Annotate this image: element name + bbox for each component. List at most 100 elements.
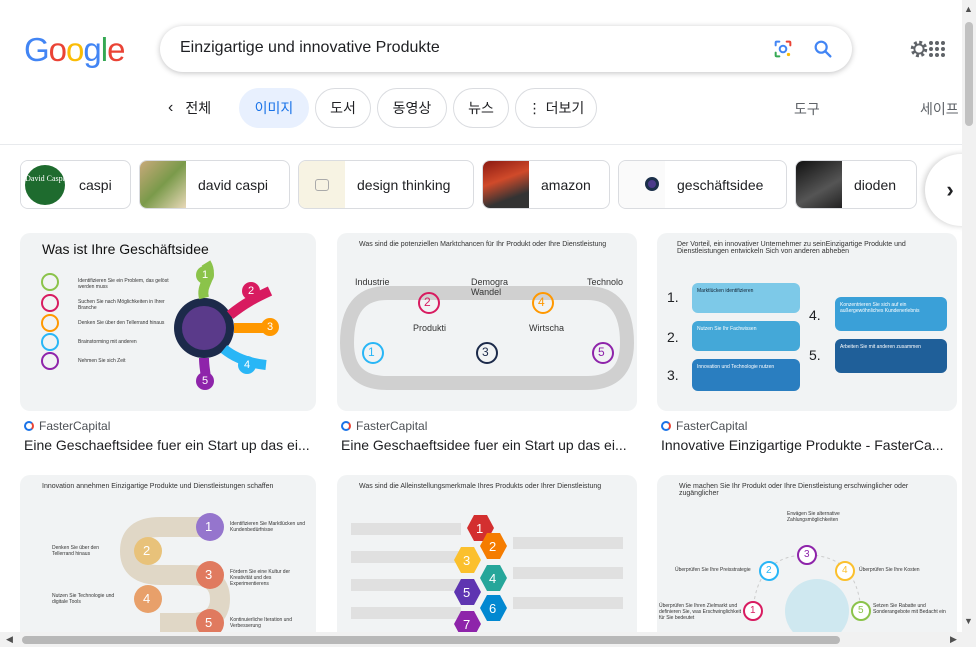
diagram-item: Arbeiten Sie mit anderen zusammen <box>840 344 921 350</box>
google-lens-icon[interactable] <box>772 38 794 60</box>
diagram-number: 5 <box>598 345 605 359</box>
diagram-number: 4 <box>538 295 545 309</box>
diagram-item: Nutzen Sie Ihr Fachwissen <box>697 326 757 332</box>
diagram-number: 3 <box>463 553 471 568</box>
chip-caspi[interactable]: David Caspi caspi <box>20 160 131 209</box>
result-source[interactable]: FasterCapital <box>24 419 110 433</box>
chip-geschaeftsidee[interactable]: geschäftsidee <box>618 160 787 209</box>
diagram-number: 2 <box>242 282 260 300</box>
diagram-item: Überprüfen Sie Ihre Preisstrategie <box>675 567 751 573</box>
diagram-number: 4 <box>489 571 497 586</box>
diagram-number: 2 <box>489 539 497 554</box>
safesearch-button[interactable]: 세이프 <box>920 99 959 119</box>
scroll-down-arrow-icon[interactable]: ▼ <box>964 616 973 626</box>
chip-thumbnail <box>299 161 345 208</box>
tab-images[interactable]: 이미지 <box>239 88 309 128</box>
diagram-number: 3 <box>261 318 279 336</box>
diagram-item: Demogra Wandel <box>471 277 509 297</box>
diagram-item: Erwägen Sie alternative Zahlungsmöglichk… <box>787 511 840 523</box>
diagram-number: 4 <box>238 356 256 374</box>
chip-thumbnail: David Caspi <box>21 161 67 208</box>
chip-david-caspi[interactable]: david caspi <box>139 160 290 209</box>
diagram-box: Nutzen Sie Ihr Fachwissen <box>692 321 800 351</box>
result-caption[interactable]: Eine Geschaeftsidee fuer ein Start up da… <box>341 437 633 453</box>
diagram-item: Identifizieren Sie Marktlücken und Kunde… <box>230 521 306 533</box>
diagram-box: Marktlücken identifizieren <box>692 283 800 313</box>
result-caption[interactable]: Innovative Einzigartige Produkte - Faste… <box>661 437 953 453</box>
tab-label: 더보기 <box>545 100 585 116</box>
diagram-item: Nutzen Sie Technologie und digitale Tool… <box>52 593 115 605</box>
source-name: FasterCapital <box>39 419 111 433</box>
search-icon[interactable] <box>812 38 834 60</box>
diagram-number: 2. <box>667 329 679 345</box>
result-image[interactable]: Der Vorteil, ein innovativer Unternehmer… <box>657 233 957 411</box>
tab-label: 이미지 <box>254 100 294 116</box>
result-caption[interactable]: Eine Geschaeftsidee fuer ein Start up da… <box>24 437 316 453</box>
diagram-item: Überprüfen Sie Ihren Zielmarkt und defin… <box>659 603 741 621</box>
tab-books[interactable]: 도서 <box>315 88 371 128</box>
diagram-number: 1 <box>750 605 756 616</box>
chip-amazon[interactable]: amazon <box>482 160 610 209</box>
search-input[interactable]: Einzigartige und innovative Produkte <box>180 39 440 57</box>
chip-design-thinking[interactable]: design thinking <box>298 160 474 209</box>
thumb-shape <box>315 179 329 191</box>
diagram-item: Fördern Sie eine Kultur der Kreativität … <box>230 569 291 587</box>
scroll-up-arrow-icon[interactable]: ▲ <box>964 4 973 14</box>
chevron-left-icon: ‹ <box>168 99 174 116</box>
chip-label: design thinking <box>357 177 451 193</box>
diagram-item: Setzen Sie Rabatte und Sonderangebote mi… <box>873 603 946 615</box>
image-title-text: Der Vorteil, ein innovativer Unternehmer… <box>677 241 906 255</box>
diagram-item: Technolo <box>587 277 624 287</box>
gear-icon[interactable] <box>908 38 930 60</box>
tools-button[interactable]: 도구 <box>794 99 820 119</box>
diagram-number: 1 <box>196 266 214 284</box>
diagram-item: Industrie <box>355 277 390 287</box>
chip-thumbnail <box>619 161 665 208</box>
diagram-number: 5. <box>809 347 821 363</box>
scroll-right-arrow-icon[interactable]: ▶ <box>950 634 957 645</box>
diagram-number: 1 <box>368 345 375 359</box>
diagram-number: 2 <box>766 565 772 576</box>
horizontal-scrollbar-thumb[interactable] <box>22 636 840 644</box>
tab-label: 전체 <box>185 100 212 116</box>
vertical-scrollbar-thumb[interactable] <box>965 22 973 126</box>
logo-letter: G <box>24 31 50 68</box>
chip-label: geschäftsidee <box>677 177 764 193</box>
diagram-item: Denken Sie über den Tellerrand hinaus <box>78 320 165 326</box>
diagram-number: 3. <box>667 367 679 383</box>
diagram-number: 5 <box>858 605 864 616</box>
chip-label: david caspi <box>198 177 269 193</box>
result-image[interactable]: Innovation annehmen Einzigartige Produkt… <box>20 475 316 632</box>
chip-thumbnail <box>796 161 842 208</box>
logo-letter: o <box>66 31 84 68</box>
result-source[interactable]: FasterCapital <box>661 419 747 433</box>
diagram-number: 4 <box>842 565 848 576</box>
diagram-number: 4. <box>809 307 821 323</box>
result-image[interactable]: Wie machen Sie Ihr Produkt oder Ihre Die… <box>657 475 957 632</box>
source-name: FasterCapital <box>676 419 748 433</box>
diagram-number: 3 <box>482 345 489 359</box>
search-box[interactable]: Einzigartige und innovative Produkte <box>160 26 852 72</box>
diagram-number: 4 <box>143 591 151 606</box>
logo-letter: e <box>107 31 125 68</box>
tab-videos[interactable]: 동영상 <box>377 88 447 128</box>
apps-grid-icon[interactable] <box>928 40 946 58</box>
tab-label: 동영상 <box>392 100 432 116</box>
diagram-item: Konzentrieren Sie sich auf ein außergewö… <box>840 302 920 314</box>
tab-more[interactable]: ⋮ 더보기 <box>515 88 597 128</box>
google-logo[interactable]: Google <box>24 31 125 69</box>
chip-label: dioden <box>854 177 897 193</box>
scroll-left-arrow-icon[interactable]: ◀ <box>6 634 13 645</box>
tab-news[interactable]: 뉴스 <box>453 88 509 128</box>
diagram-number: 2 <box>424 295 431 309</box>
result-image[interactable]: Was sind die potenziellen Marktchancen f… <box>337 233 637 411</box>
result-source[interactable]: FasterCapital <box>341 419 427 433</box>
diagram-item: Nehmen Sie sich Zeit <box>78 358 126 364</box>
tab-all[interactable]: ‹ 전체 <box>168 88 211 128</box>
logo-letter: g <box>83 31 101 68</box>
result-image[interactable]: Was sind die Alleinstellungsmerkmale Ihr… <box>337 475 637 632</box>
favicon-icon <box>24 421 34 431</box>
chip-dioden[interactable]: dioden <box>795 160 917 209</box>
thumb-shape <box>645 177 659 191</box>
result-image[interactable]: Was ist Ihre Geschäftsidee 1 2 3 4 5 Ide… <box>20 233 316 411</box>
